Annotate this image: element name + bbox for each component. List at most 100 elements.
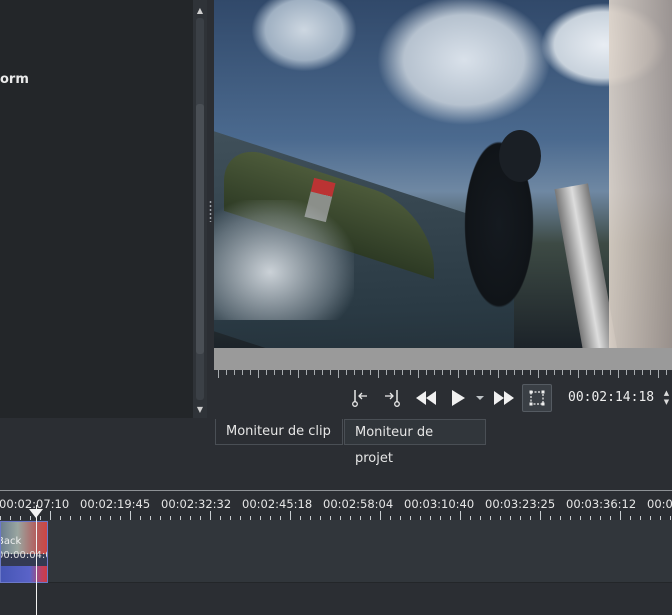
timeline-ruler[interactable]: 00:02:07:10 00:02:19:45 00:02:32:32 00:02:4… [0,490,672,521]
monitor-ruler-tick [322,370,323,375]
timecode-display[interactable]: 00:02:14:18 [568,390,654,405]
monitor-ruler-tick [618,370,619,378]
timeline-ruler-tick [290,511,291,520]
timeline-ruler-tick [210,511,211,520]
timeline-ruler-tick [540,511,541,520]
monitor-ruler-tick [346,370,347,375]
monitor-ruler-tick [394,370,395,375]
monitor-ruler-tick [546,370,547,375]
monitor-ruler-tick [450,370,451,375]
monitor-ruler-tick [594,370,595,375]
monitor-ruler-tick [298,370,299,378]
chevron-down-icon[interactable] [474,386,486,410]
monitor-ruler-tick [562,370,563,375]
tab-clip-monitor[interactable]: Moniteur de clip [215,419,343,445]
monitor-ruler-tick [370,370,371,375]
monitor-ruler-tick [578,370,579,378]
timeline-ruler-label: 00:03:23:25 [485,497,556,511]
monitor-ruler-tick [242,370,243,375]
fullscreen-icon[interactable] [522,384,552,412]
monitor-ruler-tick [602,370,603,375]
monitor-ruler-tick [354,370,355,375]
clip-label: Back [1,536,22,547]
monitor-ruler-tick [666,370,667,375]
video-windsurfer-head [499,130,541,182]
monitor-ruler-tick [330,370,331,375]
monitor-ruler-tick [442,370,443,375]
playhead-marker-icon[interactable] [29,509,43,518]
monitor-ruler-tick [362,370,363,375]
monitor-ruler[interactable] [214,370,672,379]
timeline-ruler-tick [380,511,381,520]
zone-in-icon[interactable] [348,386,372,410]
monitor-ruler-tick [434,370,435,375]
timeline-clip[interactable]: Back 00:00:04:04 [0,521,48,583]
scroll-up-arrow-icon[interactable]: ▲ [193,3,207,17]
monitor-ruler-tick [290,370,291,375]
monitor-ruler-tick [650,370,651,375]
playhead-line[interactable] [36,505,37,615]
monitor-ruler-tick [402,370,403,375]
timeline-ruler-label: 00:02:19:45 [80,497,151,511]
timeline-ruler-label: 00:03:10:40 [404,497,475,511]
monitor-ruler-tick [378,370,379,378]
splitter-grip-icon[interactable] [209,200,212,222]
clip-audio-bar [1,566,47,582]
monitor-ruler-tick [490,370,491,375]
timeline-ruler-label: 00:03:4 [647,497,672,511]
monitor-ruler-tick [610,370,611,375]
monitor-ruler-tick [482,370,483,375]
monitor-ruler-tick [642,370,643,375]
monitor-ruler-tick [410,370,411,375]
monitor-ruler-tick [634,370,635,375]
scrollbar-thumb[interactable] [196,104,204,354]
monitor-ruler-tick [466,370,467,375]
monitor-ruler-tick [426,370,427,375]
monitor-ruler-tick [514,370,515,375]
project-monitor-video[interactable] [214,0,672,348]
monitor-ruler-tick [306,370,307,375]
scrollbar-track[interactable] [196,18,204,400]
fast-forward-icon[interactable] [490,386,518,410]
rewind-icon[interactable] [413,386,439,410]
timecode-spin-arrows-icon[interactable]: ▲ ▼ [661,389,672,409]
panel-partial-label: orm [0,72,29,87]
timeline-track[interactable] [0,520,672,583]
clip-duration: 00:00:04:04 [1,550,47,561]
monitor-ruler-tick [554,370,555,375]
left-panel-scrollbar[interactable]: ▲ ▼ [193,0,207,418]
monitor-ruler-tick [586,370,587,375]
monitor-ruler-tick [266,370,267,375]
scroll-down-arrow-icon[interactable]: ▼ [193,402,207,416]
monitor-ruler-tick [386,370,387,375]
tab-project-monitor[interactable]: Moniteur de projet [344,419,486,466]
timeline-track-empty[interactable] [0,583,672,615]
monitor-ruler-tick [250,370,251,375]
monitor-ruler-tick [658,370,659,378]
video-sail [609,0,672,348]
monitor-ruler-tick [234,370,235,375]
timeline-ruler-label: 00:02:45:18 [242,497,313,511]
zone-out-icon[interactable] [380,386,404,410]
monitor-ruler-tick [314,370,315,375]
monitor-ruler-tick [538,370,539,378]
monitor-ruler-tick [522,370,523,375]
panel-splitter[interactable] [207,0,214,418]
monitor-ruler-tick [458,370,459,378]
monitor-ruler-tick [258,370,259,378]
timeline-ruler-tick [130,511,131,520]
timeline-ruler-tick [620,511,621,520]
monitor-ruler-tick [530,370,531,375]
monitor-ruler-tick [226,370,227,375]
left-panel: orm [0,0,193,418]
monitor-ruler-tick [498,370,499,378]
monitor-ruler-tick [274,370,275,375]
monitor-ruler-tick [626,370,627,375]
monitor-ruler-tick [506,370,507,375]
timeline-ruler-label: 00:02:32:32 [161,497,232,511]
monitor-ruler-tick [570,370,571,375]
monitor-zone-bar[interactable] [214,348,672,370]
monitor-ruler-tick [338,370,339,378]
play-icon[interactable] [446,386,470,410]
timeline-ruler-tick [50,511,51,520]
